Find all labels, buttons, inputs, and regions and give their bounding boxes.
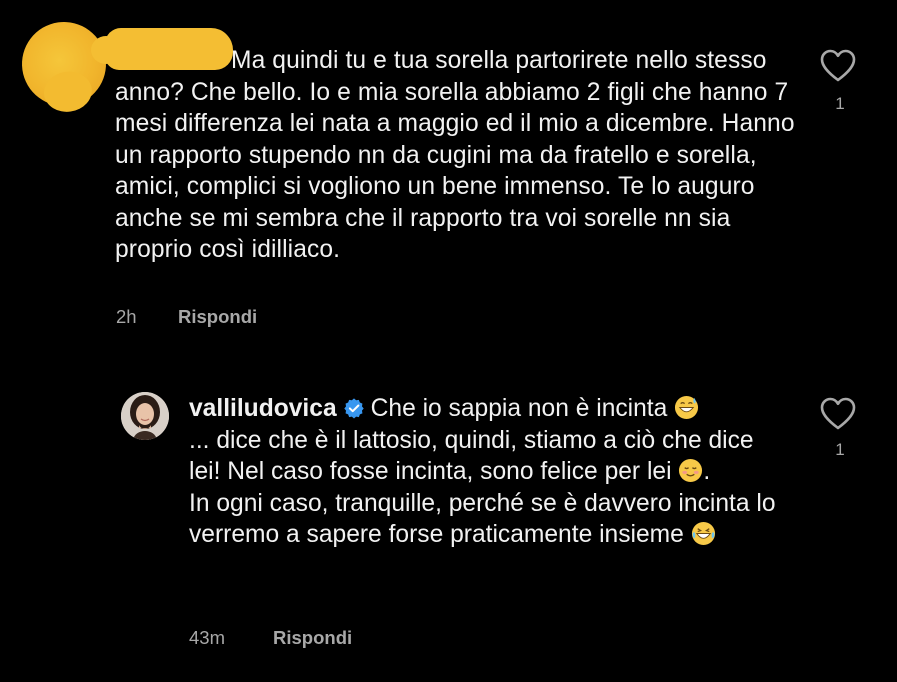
smiling-blush-emoji <box>679 458 703 483</box>
reply-button[interactable]: Rispondi <box>273 627 352 649</box>
redacted-avatar <box>16 16 112 112</box>
like-count: 1 <box>835 94 845 113</box>
comment-text: Ma quindi tu e tua sorella partorirete n… <box>115 47 795 263</box>
reply-button[interactable]: Rispondi <box>178 306 257 328</box>
comment-2: valliludovica Che io sappia non è incint… <box>0 350 897 682</box>
comment-line-2-end: . <box>703 458 711 485</box>
comment-body: valliludovica Che io sappia non è incint… <box>189 393 789 551</box>
like-button[interactable] <box>820 397 856 431</box>
comment-username[interactable]: valliludovica <box>189 395 337 422</box>
comment-time: 43m <box>189 627 225 648</box>
laughing-tears-emoji <box>691 521 715 546</box>
like-button[interactable] <box>820 49 856 83</box>
heart-outline-icon <box>820 397 856 430</box>
comment-line-3: In ogni caso, tranquille, perché se è da… <box>189 489 776 549</box>
verified-badge-icon <box>343 398 364 419</box>
heart-outline-icon <box>820 49 856 82</box>
comment-time: 2h <box>116 306 137 327</box>
profile-photo <box>121 392 169 440</box>
avatar[interactable] <box>121 392 169 440</box>
grinning-sweat-emoji <box>675 395 699 420</box>
comment-line-1: Che io sappia non è incinta <box>370 395 668 422</box>
like-count: 1 <box>835 440 845 459</box>
comment-line-2: ... dice che è il lattosio, quindi, stia… <box>189 426 754 486</box>
comment-1: Ma quindi tu e tua sorella partorirete n… <box>0 0 897 350</box>
